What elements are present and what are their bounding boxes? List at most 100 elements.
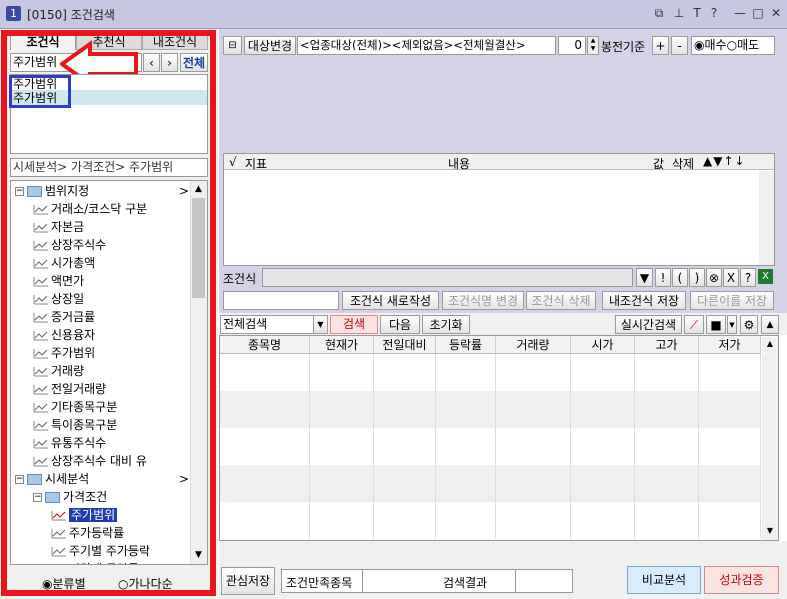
tree-item[interactable]: 액면가: [33, 272, 84, 290]
chevron-down-icon[interactable]: ▼: [727, 315, 737, 334]
pin-icon[interactable]: ⊥: [672, 6, 686, 20]
all-button[interactable]: 전체: [180, 53, 208, 72]
table-row[interactable]: [220, 391, 761, 428]
tree-item[interactable]: 증거금률: [33, 308, 95, 326]
tree-item[interactable]: 주기별 주가등락: [51, 542, 150, 560]
collapse-icon[interactable]: ▲: [761, 315, 779, 334]
grid-column-header[interactable]: 전일대비: [374, 336, 436, 354]
collapse-icon[interactable]: −: [15, 187, 24, 196]
next-result-button[interactable]: ›: [161, 53, 178, 72]
col-reorder-arrows[interactable]: ▲▼↑↓: [703, 154, 746, 168]
radio-buy[interactable]: ◉매수: [694, 38, 727, 52]
grid-column-header[interactable]: 저가: [699, 336, 761, 354]
tree-item[interactable]: 거래소/코스닥 구분: [33, 200, 147, 218]
tree-item[interactable]: 시가총액: [33, 254, 95, 272]
grid-column-header[interactable]: 시가: [571, 336, 635, 354]
change-target-button[interactable]: 대상변경: [244, 36, 296, 55]
result-item[interactable]: 주가범위: [13, 77, 57, 91]
search-button[interactable]: 검색: [330, 315, 378, 334]
condition-scrollbar[interactable]: [759, 171, 774, 265]
chart-icon[interactable]: ⟋: [684, 315, 704, 334]
collapse-icon[interactable]: −: [15, 475, 24, 484]
realtime-search-button[interactable]: 실시간검색: [615, 315, 682, 334]
col-content: 내용: [448, 157, 471, 171]
new-condition-button[interactable]: 조건식 새로작성: [342, 291, 439, 310]
help-icon[interactable]: ?: [707, 6, 721, 20]
expand-icon[interactable]: ⊟: [223, 36, 242, 55]
table-row[interactable]: [220, 465, 761, 502]
performance-button[interactable]: 성과검증: [704, 566, 779, 594]
save-watchlist-button[interactable]: 관심저장: [221, 567, 275, 595]
tree-folder[interactable]: − 시세분석 >: [15, 470, 189, 488]
formula-op-button[interactable]: (: [672, 268, 688, 287]
result-item[interactable]: 주가범위: [13, 91, 57, 105]
table-row[interactable]: [220, 428, 761, 465]
grid-scrollbar[interactable]: [762, 337, 778, 540]
tree-item[interactable]: 상장주식수 대비 유: [33, 452, 147, 470]
scroll-thumb[interactable]: [192, 198, 205, 298]
radio-alphabetical[interactable]: ○가나다순: [118, 575, 173, 592]
table-row[interactable]: [220, 354, 761, 391]
formula-op-button[interactable]: ): [689, 268, 705, 287]
save-as-button[interactable]: 다른이름 저장: [690, 291, 774, 310]
tree-folder[interactable]: − 범위지정 >: [15, 182, 189, 200]
table-row[interactable]: [220, 502, 761, 539]
formula-op-button[interactable]: ?: [740, 268, 756, 287]
tree-item[interactable]: 유통주식수: [33, 434, 106, 452]
tree-item[interactable]: 주가범위: [33, 344, 95, 362]
tree-item[interactable]: 주가등락률: [51, 524, 124, 542]
tree-item[interactable]: 상장주식수: [33, 236, 106, 254]
grid-column-header[interactable]: 등락률: [436, 336, 496, 354]
formula-input[interactable]: [262, 268, 633, 287]
scroll-up-icon[interactable]: ▲: [764, 339, 776, 351]
plus-button[interactable]: +: [652, 36, 669, 55]
formula-op-button[interactable]: X: [723, 268, 739, 287]
search-mode-select[interactable]: 전체검색: [220, 315, 316, 334]
prev-button[interactable]: ‹: [143, 53, 160, 72]
radio-category[interactable]: ◉분류별: [42, 575, 86, 592]
grid-column-header[interactable]: 종목명: [220, 336, 310, 354]
rename-condition-button[interactable]: 조건식명 변경: [442, 291, 524, 310]
font-icon[interactable]: T: [690, 6, 704, 20]
radio-sell[interactable]: ○매도: [727, 38, 760, 52]
tree-item[interactable]: 기간내 등락률: [51, 560, 139, 564]
tree-item[interactable]: 기타종목구분: [33, 398, 117, 416]
minimize-icon[interactable]: —: [733, 6, 747, 20]
chevron-down-icon[interactable]: ▼: [313, 315, 328, 334]
formula-op-button[interactable]: !: [655, 268, 671, 287]
minus-button[interactable]: -: [671, 36, 688, 55]
tree-item[interactable]: 전일거래량: [33, 380, 106, 398]
tree-item[interactable]: 주가범위: [51, 506, 118, 524]
tree-item[interactable]: 자본금: [33, 218, 84, 236]
table-cell: [760, 428, 761, 465]
scroll-up-icon[interactable]: ▲: [191, 182, 206, 197]
maximize-icon[interactable]: □: [751, 6, 765, 20]
gear-icon[interactable]: ⚙: [740, 315, 758, 334]
close-icon[interactable]: ✕: [769, 6, 783, 20]
grid-column-header[interactable]: 거래량: [496, 336, 571, 354]
condition-name-input[interactable]: [223, 291, 339, 310]
delete-condition-button[interactable]: 조건식 삭제: [526, 291, 596, 310]
scroll-down-icon[interactable]: ▼: [191, 548, 206, 563]
tree-item[interactable]: 상장일: [33, 290, 84, 308]
tree-item[interactable]: 특이종목구분: [33, 416, 117, 434]
grid-column-header[interactable]: 현재가: [310, 336, 374, 354]
formula-dropdown[interactable]: ▼: [636, 268, 653, 287]
tree-folder[interactable]: − 가격조건: [33, 488, 107, 506]
bong-input[interactable]: 0: [558, 36, 586, 55]
excel-icon[interactable]: X: [758, 269, 773, 284]
scroll-down-icon[interactable]: ▼: [764, 526, 776, 538]
layout-icon[interactable]: ⧉: [652, 6, 666, 20]
tab-my-conditions[interactable]: 내조건식: [142, 33, 208, 50]
rect-icon[interactable]: ■: [706, 315, 726, 334]
grid-column-header[interactable]: 고가: [635, 336, 699, 354]
compare-button[interactable]: 비교분석: [627, 566, 701, 594]
tree-item[interactable]: 거래량: [33, 362, 84, 380]
formula-op-button[interactable]: ⊗: [706, 268, 722, 287]
bong-spinner[interactable]: ▲ ▼: [587, 36, 599, 55]
reset-button[interactable]: 초기화: [422, 315, 470, 334]
next-button[interactable]: 다음: [380, 315, 420, 334]
tree-item[interactable]: 신용융자: [33, 326, 95, 344]
collapse-icon[interactable]: −: [33, 493, 42, 502]
save-my-condition-button[interactable]: 내조건식 저장: [602, 291, 686, 310]
